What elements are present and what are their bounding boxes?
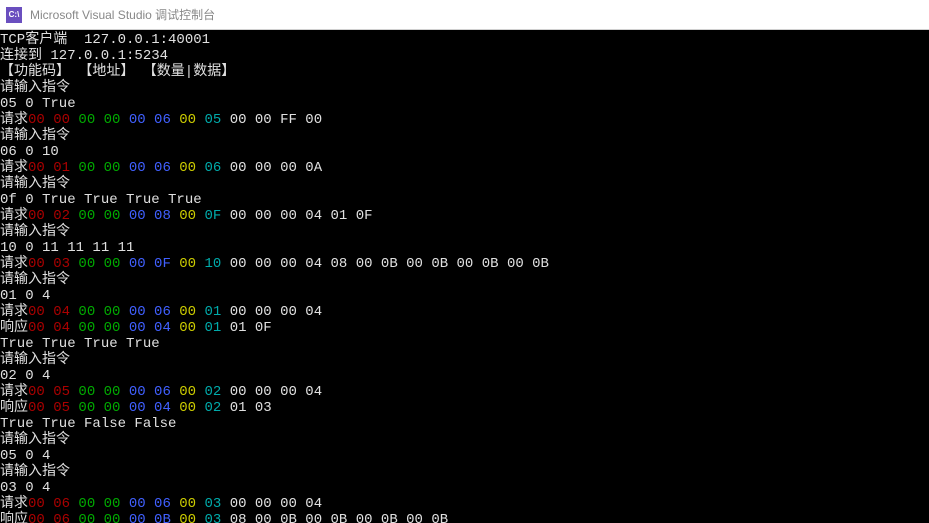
app-icon: C:\ [6,7,22,23]
console-line: 请求00 02 00 00 00 08 00 0F 00 00 00 04 01… [0,208,929,224]
console-line: 请求00 05 00 00 00 06 00 02 00 00 00 04 [0,384,929,400]
console-output[interactable]: TCP客户端 127.0.0.1:40001连接到 127.0.0.1:5234… [0,30,929,523]
console-line: 请输入指令 [0,224,929,240]
console-line: 响应00 06 00 00 00 0B 00 03 08 00 0B 00 0B… [0,512,929,523]
console-line: 0f 0 True True True True [0,192,929,208]
console-line: 06 0 10 [0,144,929,160]
console-line: 请输入指令 [0,464,929,480]
console-line: 连接到 127.0.0.1:5234 [0,48,929,64]
console-line: 【功能码】 【地址】 【数量|数据】 [0,64,929,80]
console-line: 05 0 4 [0,448,929,464]
console-line: True True False False [0,416,929,432]
console-line: TCP客户端 127.0.0.1:40001 [0,32,929,48]
window-titlebar[interactable]: C:\ Microsoft Visual Studio 调试控制台 [0,0,929,30]
console-line: 请输入指令 [0,432,929,448]
console-line: 01 0 4 [0,288,929,304]
console-line: 响应00 04 00 00 00 04 00 01 01 0F [0,320,929,336]
console-line: 03 0 4 [0,480,929,496]
console-line: 10 0 11 11 11 11 [0,240,929,256]
console-line: 请输入指令 [0,176,929,192]
window-title: Microsoft Visual Studio 调试控制台 [30,6,215,23]
console-line: 响应00 05 00 00 00 04 00 02 01 03 [0,400,929,416]
console-line: 05 0 True [0,96,929,112]
console-line: 请输入指令 [0,128,929,144]
console-line: 请求00 06 00 00 00 06 00 03 00 00 00 04 [0,496,929,512]
console-line: 02 0 4 [0,368,929,384]
console-line: 请求00 03 00 00 00 0F 00 10 00 00 00 04 08… [0,256,929,272]
console-line: True True True True [0,336,929,352]
console-line: 请输入指令 [0,80,929,96]
console-line: 请求00 01 00 00 00 06 00 06 00 00 00 0A [0,160,929,176]
console-line: 请输入指令 [0,352,929,368]
console-line: 请求00 00 00 00 00 06 00 05 00 00 FF 00 [0,112,929,128]
console-line: 请输入指令 [0,272,929,288]
console-line: 请求00 04 00 00 00 06 00 01 00 00 00 04 [0,304,929,320]
